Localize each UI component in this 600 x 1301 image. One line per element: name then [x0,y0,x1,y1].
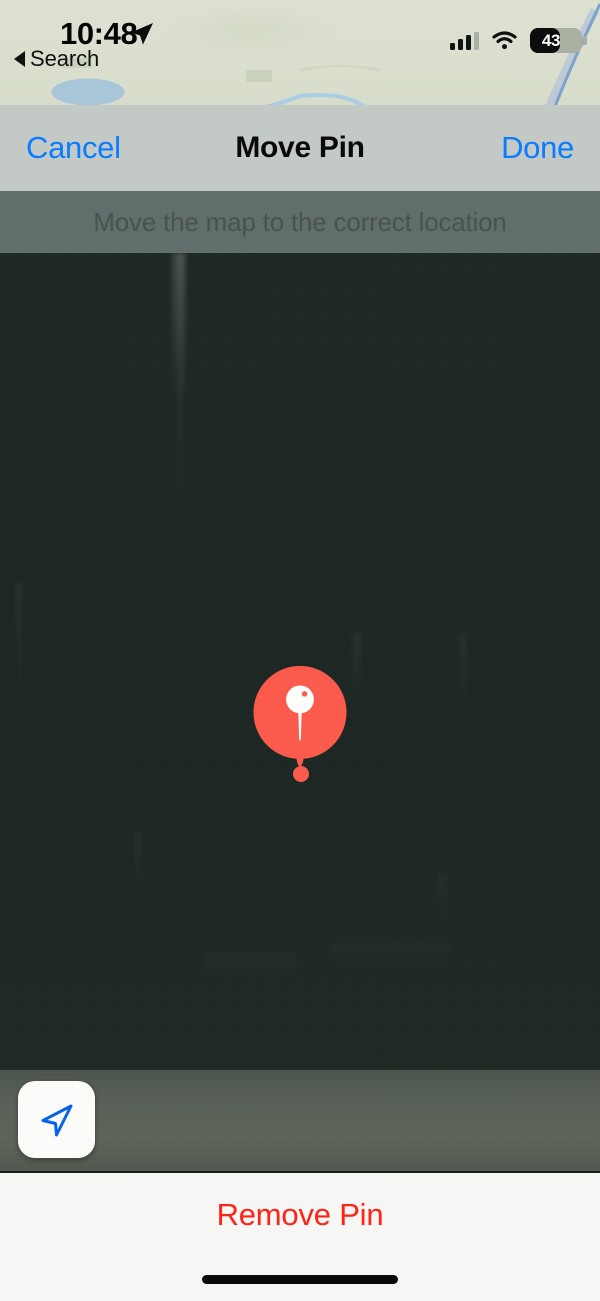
back-to-app-label: Search [30,46,100,71]
instruction-banner: Move the map to the correct location [0,191,600,253]
navigation-arrow-icon [41,1104,72,1136]
back-to-app-indicator[interactable]: Search [14,46,99,72]
map-pin-icon[interactable] [248,666,352,782]
pushpin-highlight [301,691,308,697]
battery-tip [583,36,587,45]
remove-pin-button[interactable]: Remove Pin [0,1197,600,1233]
pin-anchor-dot-icon [293,766,309,782]
home-indicator[interactable] [202,1275,398,1284]
battery-percent-label: 43 [541,30,561,50]
pin-balloon-shape [253,666,347,769]
locate-me-button[interactable] [18,1081,95,1158]
back-triangle-icon [14,51,25,67]
cellular-bars-icon [450,31,479,50]
status-bar-indicators: 43 [450,28,587,53]
iphone-screen: 10:48 Search 43 Cancel Move Pin Done Mov… [0,0,600,1301]
map-streak [352,633,362,703]
map-streak [134,833,142,893]
status-bar: 10:48 Search 43 [0,0,600,72]
map-streak [178,253,183,513]
pushpin-head [286,685,314,714]
page-title: Move Pin [235,131,365,164]
instruction-text: Move the map to the correct location [93,206,507,237]
wifi-icon [492,31,517,50]
map-streak [16,583,22,703]
map-streak [205,953,295,983]
map-streak [460,633,467,723]
map-streak [330,943,450,969]
location-arrow-icon [131,23,153,45]
map-streak [438,873,447,928]
battery-icon: 43 [530,28,587,53]
navigation-bar: Cancel Move Pin Done [0,105,600,191]
